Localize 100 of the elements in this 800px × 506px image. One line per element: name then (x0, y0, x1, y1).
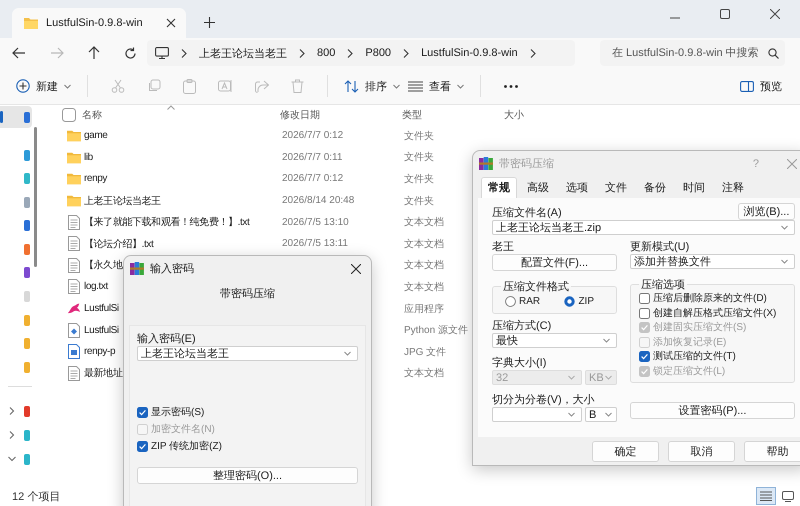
tab[interactable]: 文件 (598, 176, 634, 198)
set-password-button[interactable]: 设置密码(P)... (630, 402, 795, 418)
rename-icon[interactable] (218, 79, 233, 93)
chevron-icon[interactable] (530, 48, 536, 58)
file-name[interactable]: lib (84, 152, 282, 163)
navigation-icon[interactable] (24, 406, 30, 417)
minimize-icon[interactable] (670, 17, 680, 19)
option-checkbox[interactable]: ZIP 传统加密(Z) (137, 440, 358, 453)
dialog-button[interactable]: 取消 (668, 441, 735, 462)
volume-size-field[interactable] (492, 407, 582, 422)
dropdown-caret-icon[interactable] (344, 351, 351, 356)
delete-icon[interactable] (291, 79, 304, 93)
unit-field[interactable]: B (585, 407, 617, 422)
format-radio[interactable]: ZIP (564, 296, 594, 307)
address-bar[interactable]: 上老王论坛当老王 800 P800 LustfulSin-0.9.8-win (147, 40, 575, 66)
navigation-icon[interactable] (24, 430, 30, 441)
option-checkbox[interactable]: 显示密码(S) (137, 406, 358, 419)
option-checkbox[interactable]: 创建自解压格式压缩文件(X) (639, 306, 786, 320)
search-icon[interactable] (768, 48, 779, 58)
maximize-icon[interactable] (720, 9, 730, 19)
file-name[interactable]: renpy (84, 173, 282, 184)
profile-button[interactable]: 配置文件(F)... (492, 254, 617, 271)
tab[interactable]: 选项 (559, 176, 595, 198)
navigation-icon[interactable] (24, 220, 30, 232)
navigation-icon[interactable] (24, 173, 30, 184)
folder-tab[interactable]: LustfulSin-0.9.8-win (12, 8, 186, 38)
file-name[interactable]: 上老王论坛当老王 (84, 194, 282, 208)
navigation-icon[interactable] (24, 454, 30, 465)
format-radio[interactable]: RAR (505, 296, 540, 307)
option-checkbox[interactable]: 测试压缩的文件(T) (639, 350, 786, 363)
file-name[interactable]: 【论坛介绍】.txt (84, 236, 282, 251)
chevron-icon[interactable] (8, 455, 16, 464)
tab[interactable]: 高级 (520, 176, 556, 198)
organize-passwords-button[interactable]: 整理密码(O)... (137, 467, 358, 484)
close-icon[interactable] (166, 18, 176, 28)
archive-name-field[interactable]: 上老王论坛当老王.zip (492, 220, 795, 235)
close-icon[interactable] (351, 264, 361, 274)
option-checkbox[interactable]: 压缩后删除原来的文件(D) (639, 292, 786, 305)
breadcrumb[interactable]: P800 (365, 47, 392, 59)
dialog-button[interactable]: 帮助 (744, 441, 800, 462)
folder-icon (24, 17, 38, 29)
password-field[interactable]: 上老王论坛当老王 (137, 346, 358, 361)
chevron-icon[interactable] (8, 431, 16, 440)
dropdown-caret-icon[interactable] (568, 412, 575, 417)
dropdown-caret-icon[interactable] (781, 225, 788, 230)
file-name[interactable]: 【来了就能下载和观看！纯免费！】.txt (84, 215, 282, 230)
file-name[interactable]: game (84, 130, 282, 142)
column-header[interactable]: 修改日期 (280, 108, 402, 122)
sort-button[interactable]: 排序 (340, 74, 404, 98)
dropdown-caret-icon[interactable] (603, 338, 610, 343)
field-label: 老王 (492, 240, 515, 254)
tab[interactable]: 时间 (676, 176, 712, 198)
dropdown-caret-icon[interactable] (605, 412, 612, 417)
navigation-icon[interactable] (24, 196, 30, 208)
column-header[interactable]: 大小 (504, 108, 524, 122)
chevron-icon[interactable] (8, 407, 16, 416)
image-file-icon (68, 344, 80, 360)
browse-button[interactable]: 浏览(B)... (738, 203, 795, 220)
window-title: 带密码压缩 (499, 156, 554, 171)
navigation-icon[interactable] (24, 112, 30, 122)
chevron-icon[interactable] (299, 48, 305, 58)
column-header[interactable]: 名称 (82, 108, 280, 122)
dialog-button[interactable]: 确定 (592, 441, 659, 462)
tab[interactable]: 常规 (481, 176, 517, 198)
checkbox-icon (639, 293, 650, 304)
search-field[interactable]: 在 LustfulSin-0.9.8-win 中搜索 (600, 40, 785, 66)
more-icon[interactable] (504, 84, 518, 88)
breadcrumb[interactable]: 上老王论坛当老王 (199, 46, 287, 60)
field-label: 字典大小(I) (492, 356, 548, 370)
tab[interactable]: 注释 (715, 176, 751, 198)
chevron-icon[interactable] (181, 48, 187, 58)
chevron-icon[interactable] (347, 48, 354, 58)
cut-icon[interactable] (111, 79, 125, 93)
breadcrumb[interactable]: 800 (317, 47, 336, 59)
preview-button[interactable]: 预览 (736, 74, 786, 98)
up-icon[interactable] (88, 46, 100, 60)
navigation-icon[interactable] (24, 150, 30, 160)
close-icon[interactable] (770, 9, 780, 19)
navigation-icon[interactable] (24, 244, 30, 255)
view-button[interactable]: 查看 (404, 74, 468, 98)
chevron-icon[interactable] (403, 48, 410, 58)
text-file-icon (68, 258, 80, 273)
dropdown-caret-icon[interactable] (781, 259, 788, 264)
column-header[interactable]: 类型 (402, 108, 504, 122)
new-button[interactable]: 新建 (12, 74, 75, 98)
sort-caret-icon (167, 105, 175, 110)
update-mode-field[interactable]: 添加并替换文件 (630, 254, 795, 269)
share-icon[interactable] (255, 80, 269, 92)
details-view-button[interactable] (756, 487, 776, 505)
back-icon[interactable] (12, 47, 26, 59)
copy-icon[interactable] (147, 79, 161, 93)
new-tab-icon[interactable] (204, 17, 215, 28)
paste-icon[interactable] (183, 78, 196, 94)
tab[interactable]: 备份 (637, 176, 673, 198)
select-all-checkbox[interactable] (62, 108, 76, 122)
navigation-icon[interactable] (24, 267, 30, 278)
breadcrumb[interactable]: LustfulSin-0.9.8-win (421, 47, 518, 59)
compression-method-field[interactable]: 最快 (492, 333, 617, 348)
file-type: 文本文档 (404, 260, 444, 272)
refresh-icon[interactable] (124, 46, 137, 60)
